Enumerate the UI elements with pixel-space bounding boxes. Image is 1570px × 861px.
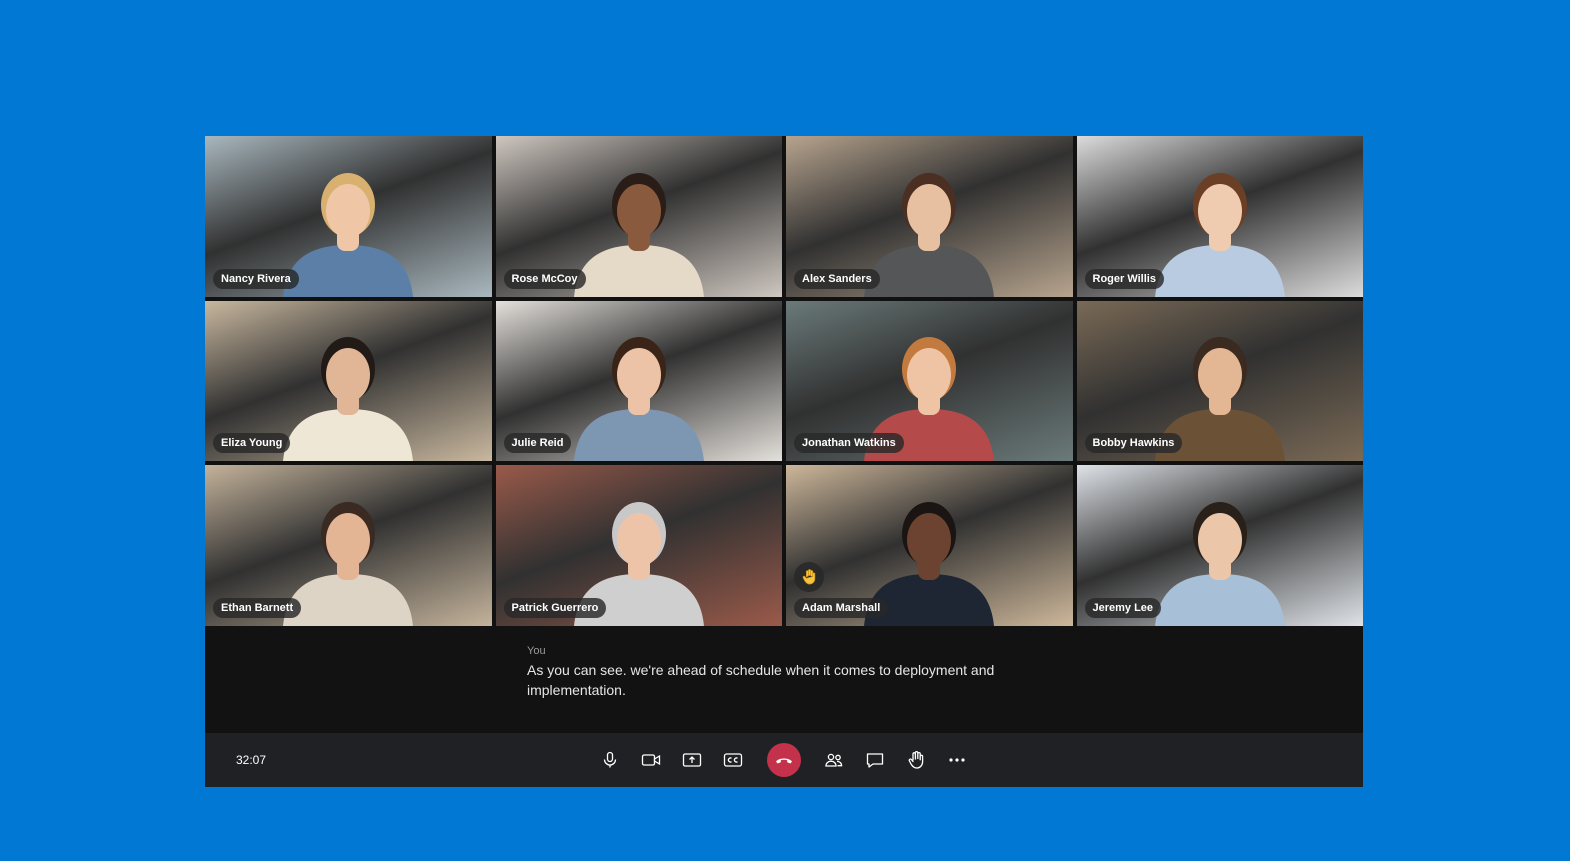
participant-name: Jonathan Watkins (794, 433, 904, 454)
end-call-icon (776, 758, 792, 764)
participant-name: Eliza Young (213, 433, 291, 454)
participant-name: Bobby Hawkins (1084, 433, 1183, 454)
caption-text: As you can see. we're ahead of schedule … (527, 662, 995, 698)
live-caption-panel: You As you can see. we're ahead of sched… (205, 626, 1363, 733)
participant-tile[interactable]: Jonathan Watkins (786, 300, 1073, 462)
participant-video (283, 337, 414, 462)
chat-button[interactable] (860, 745, 890, 775)
participant-tile[interactable]: Alex Sanders (786, 136, 1073, 297)
mic-button[interactable] (595, 745, 625, 775)
participant-name: Nancy Rivera (213, 268, 299, 289)
end-call-button[interactable] (767, 743, 801, 777)
share-screen-button[interactable] (677, 745, 707, 775)
participant-video (1154, 172, 1285, 297)
caption-speaker: You (527, 645, 546, 657)
participant-tile[interactable]: Adam Marshall (786, 465, 1073, 626)
mic-icon (603, 751, 617, 768)
participant-tile[interactable]: Eliza Young (205, 300, 492, 462)
participant-name: Jeremy Lee (1084, 598, 1162, 618)
meeting-window: Nancy Rivera Rose McCoy Alex Sanders Roger … (205, 136, 1363, 787)
camera-button[interactable] (636, 745, 666, 775)
raised-hand-icon (802, 569, 816, 585)
participant-video (573, 337, 704, 462)
chat-icon (866, 753, 884, 768)
call-timer: 32:07 (236, 753, 267, 767)
participant-tile[interactable]: Bobby Hawkins (1076, 300, 1363, 462)
participant-name: Patrick Guerrero (503, 598, 607, 618)
participant-tile[interactable]: Jeremy Lee (1076, 465, 1363, 626)
participant-tile[interactable]: Patrick Guerrero (495, 465, 782, 626)
participant-tile[interactable]: Nancy Rivera (205, 136, 492, 297)
participant-name: Roger Willis (1084, 268, 1164, 289)
participants-button[interactable] (819, 745, 849, 775)
captions-icon (723, 753, 743, 767)
raise-hand-icon (908, 751, 924, 769)
participants-icon (825, 753, 843, 767)
call-control-bar: 32:07 (205, 733, 1363, 787)
participant-tile[interactable]: Rose McCoy (495, 136, 782, 297)
camera-icon (641, 754, 661, 766)
video-grid: Nancy Rivera Rose McCoy Alex Sanders Roger … (205, 136, 1363, 626)
captions-button[interactable] (718, 745, 748, 775)
share-screen-icon (682, 753, 702, 767)
participant-tile[interactable]: Julie Reid (495, 300, 782, 462)
participant-video (1154, 502, 1285, 626)
raise-hand-button[interactable] (901, 745, 931, 775)
participant-name: Alex Sanders (794, 268, 880, 289)
more-icon (949, 758, 965, 762)
participant-name: Ethan Barnett (213, 598, 302, 618)
participant-name: Rose McCoy (503, 268, 586, 289)
more-options-button[interactable] (942, 745, 972, 775)
participant-name: Adam Marshall (794, 598, 889, 618)
participant-tile[interactable]: Ethan Barnett (205, 465, 492, 626)
participant-video (573, 172, 704, 297)
participant-name: Julie Reid (503, 433, 572, 454)
participant-tile[interactable]: Roger Willis (1076, 136, 1363, 297)
raised-hand-badge (794, 562, 824, 592)
